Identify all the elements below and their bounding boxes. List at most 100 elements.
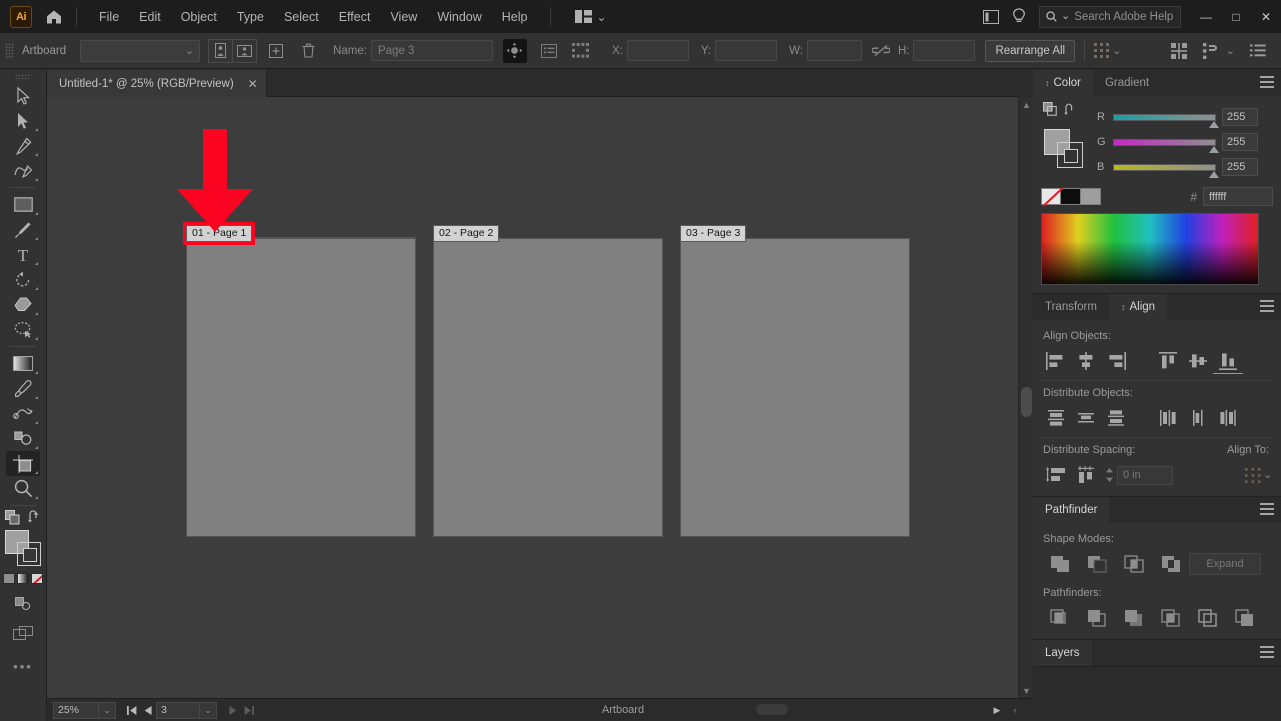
- artboard-1-page[interactable]: 01 - Page 1: [182, 222, 416, 537]
- document-tab[interactable]: Untitled-1* @ 25% (RGB/Preview) ✕: [47, 70, 267, 97]
- artboard-2-page[interactable]: 02 - Page 2: [433, 225, 663, 537]
- tools-panel-grip[interactable]: [15, 74, 31, 81]
- previous-artboard-button[interactable]: [140, 702, 156, 719]
- color-panel-menu-icon[interactable]: [1260, 76, 1274, 88]
- scroll-down-arrow-icon[interactable]: ▼: [1019, 683, 1034, 698]
- intersect-icon[interactable]: [1115, 551, 1152, 577]
- slider-track-g[interactable]: [1113, 138, 1219, 153]
- minus-back-icon[interactable]: [1226, 605, 1263, 631]
- tab-transform[interactable]: Transform: [1033, 294, 1109, 320]
- more-tools-icon[interactable]: •••: [0, 659, 46, 674]
- align-to-button[interactable]: ⌄: [1245, 465, 1273, 485]
- align-horizontal-center-icon[interactable]: [1071, 348, 1101, 374]
- selection-tool[interactable]: [6, 83, 40, 108]
- unlink-proportions-icon[interactable]: [868, 39, 894, 63]
- artboard-label-3[interactable]: 03 - Page 3: [680, 225, 747, 242]
- slider-value-g[interactable]: 255: [1222, 133, 1258, 151]
- canvas-vertical-scrollbar[interactable]: ▲ ▼: [1018, 97, 1033, 698]
- artboard-name-input[interactable]: Page 3: [370, 40, 493, 61]
- document-setup-list-icon[interactable]: [1245, 39, 1271, 63]
- home-icon[interactable]: [44, 7, 64, 27]
- swap-fill-stroke-icon[interactable]: [1064, 103, 1077, 115]
- zoom-level-input[interactable]: 25%: [53, 701, 99, 719]
- artboard-tool[interactable]: [6, 451, 40, 476]
- artboard-landscape-icon[interactable]: [232, 38, 258, 63]
- close-icon[interactable]: ✕: [248, 77, 258, 91]
- reference-point-control[interactable]: ⌄: [1094, 43, 1121, 58]
- rotate-tool[interactable]: [6, 267, 40, 292]
- default-fill-stroke-icon[interactable]: [4, 510, 20, 525]
- none-swatch-button[interactable]: [31, 573, 43, 584]
- outline-icon[interactable]: [1189, 605, 1226, 631]
- screen-mode-icon[interactable]: [6, 620, 40, 645]
- slider-value-r[interactable]: 255: [1222, 108, 1258, 126]
- type-tool[interactable]: T: [6, 242, 40, 267]
- expand-button[interactable]: Expand: [1189, 553, 1261, 575]
- pathfinder-panel-menu-icon[interactable]: [1260, 503, 1274, 515]
- artboard-3-page[interactable]: 03 - Page 3: [680, 225, 910, 537]
- distribute-horizontal-left-icon[interactable]: [1153, 405, 1183, 431]
- artboard-label-2[interactable]: 02 - Page 2: [433, 225, 500, 242]
- shape-builder-tool[interactable]: [6, 426, 40, 451]
- trim-icon[interactable]: [1078, 605, 1115, 631]
- swap-fill-stroke-icon[interactable]: [27, 510, 42, 525]
- gradient-swatch-button[interactable]: [17, 573, 29, 584]
- horizontal-scrollbar-thumb[interactable]: [756, 704, 788, 715]
- align-bottom-icon[interactable]: [1213, 348, 1243, 374]
- eyedropper-tool[interactable]: [6, 376, 40, 401]
- artboard-preset-select[interactable]: ⌄: [80, 39, 201, 62]
- distribute-vertical-top-icon[interactable]: [1041, 405, 1071, 431]
- align-right-icon[interactable]: [1101, 348, 1131, 374]
- lightbulb-icon[interactable]: [1005, 5, 1033, 29]
- tab-gradient[interactable]: Gradient: [1092, 70, 1162, 96]
- align-top-icon[interactable]: [1153, 348, 1183, 374]
- w-input[interactable]: [806, 40, 862, 61]
- scrollbar-thumb[interactable]: [1021, 387, 1032, 417]
- divide-icon[interactable]: [1041, 605, 1078, 631]
- menu-edit[interactable]: Edit: [129, 4, 171, 30]
- status-play-icon[interactable]: ▶: [989, 702, 1005, 719]
- slider-knob-r[interactable]: [1209, 120, 1219, 128]
- menu-help[interactable]: Help: [492, 4, 538, 30]
- distribute-horizontal-center-icon[interactable]: [1183, 405, 1213, 431]
- tab-color[interactable]: ↕ Color: [1033, 70, 1093, 96]
- artboard-options-icon[interactable]: [536, 39, 562, 63]
- control-bar-grip[interactable]: [5, 42, 14, 59]
- blend-tool[interactable]: [6, 401, 40, 426]
- search-help-box[interactable]: ⌄: [1039, 5, 1181, 28]
- distribute-horizontal-right-icon[interactable]: [1213, 405, 1243, 431]
- artboard-number-input[interactable]: 3: [156, 701, 200, 719]
- color-spectrum[interactable]: [1041, 213, 1259, 285]
- paintbrush-tool[interactable]: [6, 217, 40, 242]
- h-input[interactable]: [913, 40, 976, 61]
- spacing-value-input[interactable]: 0 in: [1117, 465, 1173, 485]
- distribute-vertical-space-icon[interactable]: [1041, 462, 1071, 488]
- distribute-horizontal-space-icon[interactable]: [1071, 462, 1101, 488]
- transform-icon[interactable]: [1198, 39, 1224, 63]
- panel-collapse-strip[interactable]: [1018, 70, 1033, 98]
- curvature-tool[interactable]: [6, 158, 40, 183]
- merge-icon[interactable]: [1115, 605, 1152, 631]
- align-left-icon[interactable]: [1041, 348, 1071, 374]
- crop-icon[interactable]: [1152, 605, 1189, 631]
- minimize-button[interactable]: —: [1191, 4, 1221, 30]
- y-input[interactable]: [715, 40, 778, 61]
- align-vertical-center-icon[interactable]: [1183, 348, 1213, 374]
- maximize-button[interactable]: □: [1221, 4, 1251, 30]
- layers-panel-menu-icon[interactable]: [1260, 646, 1274, 658]
- trash-icon[interactable]: [295, 39, 321, 63]
- menu-object[interactable]: Object: [171, 4, 227, 30]
- canvas-area[interactable]: 01 - Page 1 02 - Page 2 03 - Page 3: [47, 97, 1018, 698]
- color-swatch-button[interactable]: [3, 573, 15, 584]
- artboard-label-1[interactable]: 01 - Page 1: [182, 222, 256, 245]
- none-swatch-icon[interactable]: [1041, 188, 1061, 205]
- minus-front-icon[interactable]: [1078, 551, 1115, 577]
- lasso-tool[interactable]: [6, 317, 40, 342]
- zoom-tool[interactable]: [6, 476, 40, 501]
- menu-window[interactable]: Window: [427, 4, 491, 30]
- distribute-vertical-center-icon[interactable]: [1071, 405, 1101, 431]
- unite-icon[interactable]: [1041, 551, 1078, 577]
- fill-stroke-proxy-icon[interactable]: [1043, 102, 1057, 116]
- direct-selection-tool[interactable]: [6, 108, 40, 133]
- pen-tool[interactable]: [6, 133, 40, 158]
